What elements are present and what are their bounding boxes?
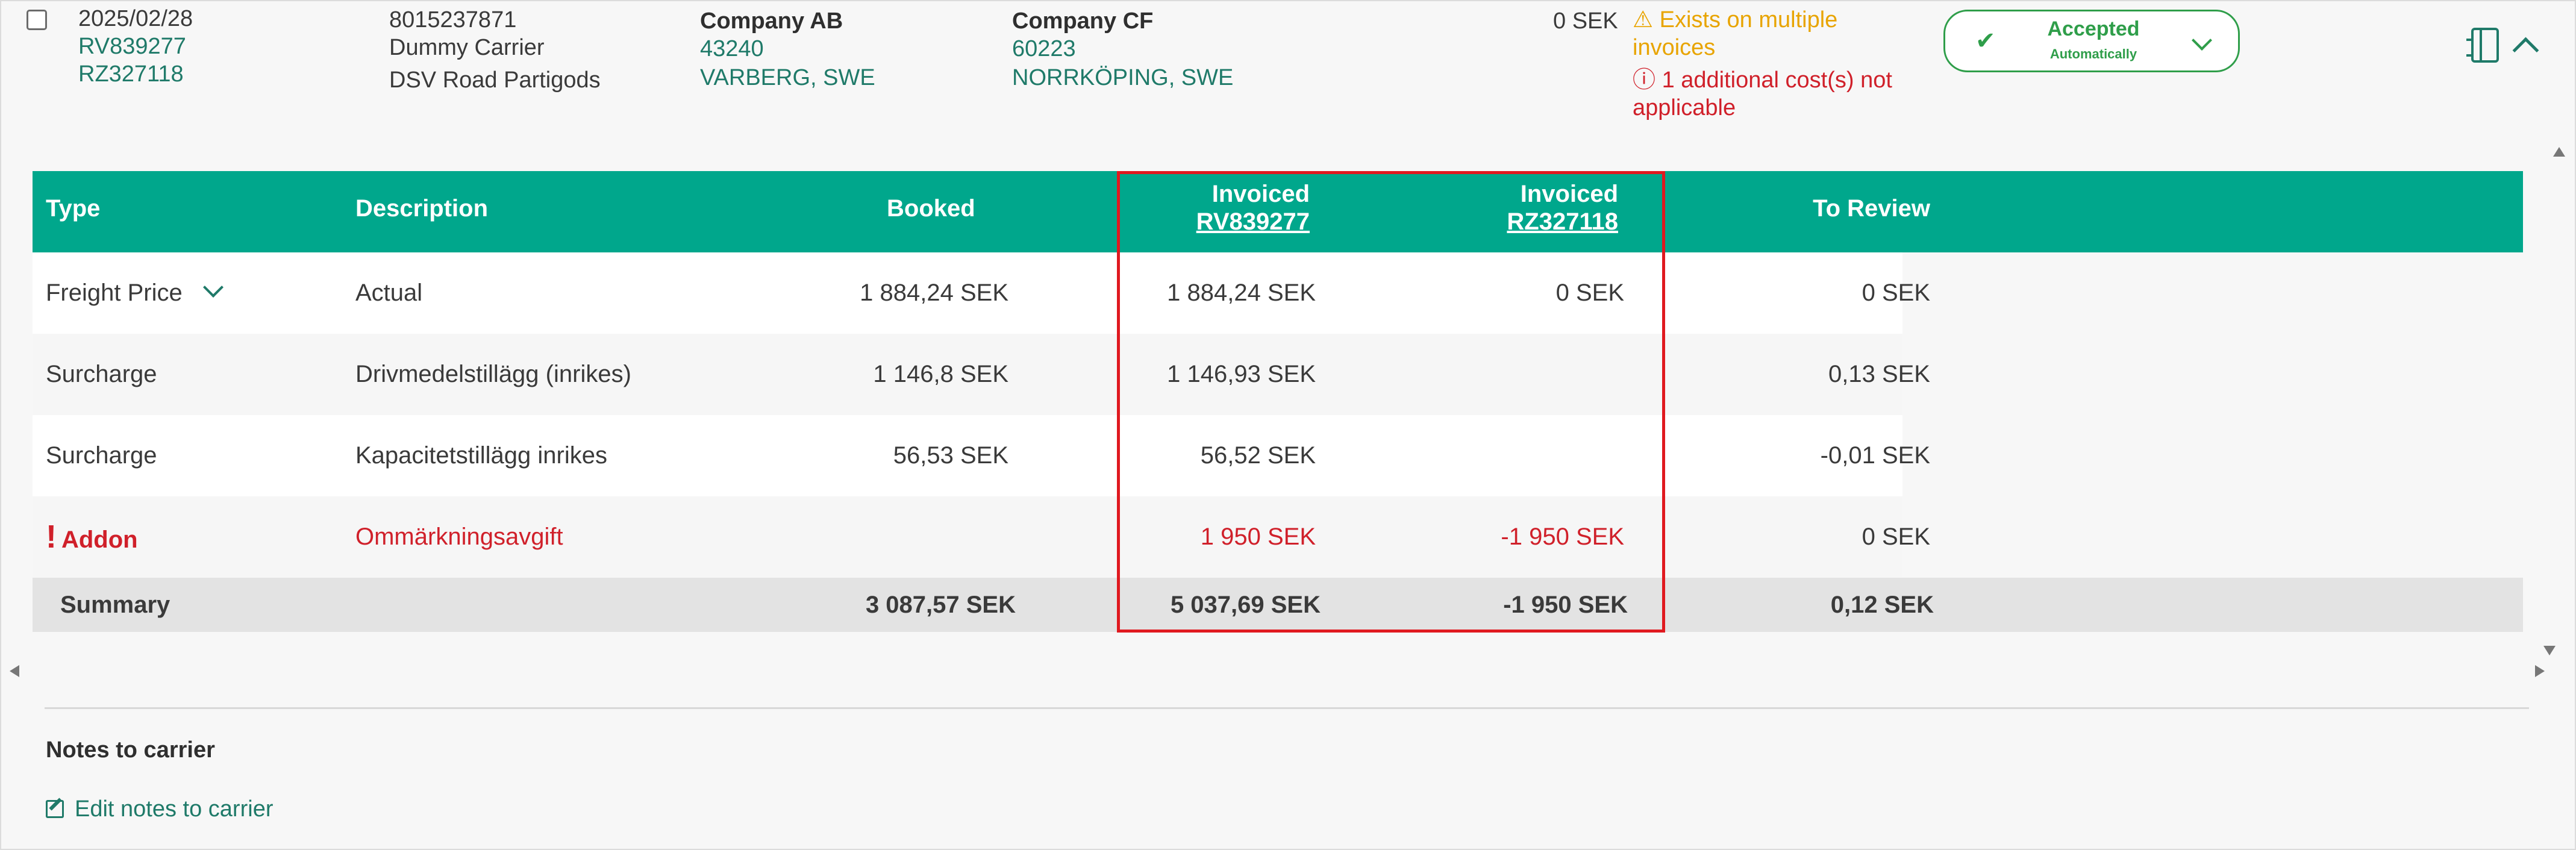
table-row: ! Addon Ommärkningsavgift 1 950 SEK -1 95…: [33, 496, 1930, 581]
sender-zip: 43240: [700, 36, 764, 61]
warning-text-2: invoices: [1633, 35, 1716, 60]
header-description: Description: [355, 195, 489, 222]
row-type-cell: ! Addon: [46, 496, 138, 581]
chevron-up-icon[interactable]: [2512, 37, 2539, 64]
invoice-link-2[interactable]: RZ327118: [78, 60, 184, 88]
error-text-1: 1 additional cost(s) not: [1662, 67, 1892, 93]
row-checkbox[interactable]: [27, 10, 47, 30]
receiver-zip: 60223: [1012, 36, 1076, 61]
scroll-right-arrow[interactable]: [2535, 665, 2545, 677]
row-description: Drivmedelstillägg (inrikes): [355, 361, 631, 387]
status-sublabel: Automatically: [2049, 46, 2137, 61]
receiver-name: Company CF: [1012, 8, 1154, 34]
carrier-name: Dummy Carrier: [389, 35, 545, 60]
scroll-down-arrow[interactable]: [2543, 646, 2556, 655]
invoice-row-panel: 2025/02/28 RV839277 RZ327118 8015237871 …: [0, 0, 2576, 850]
row-to-review: 0,13 SEK: [1828, 361, 1930, 387]
header-to-review: To Review: [1813, 195, 1930, 222]
row-description: Actual: [355, 280, 423, 306]
header-invoiced-2: Invoiced: [1520, 181, 1618, 207]
row-type-cell[interactable]: Freight Price: [46, 252, 224, 334]
receiver-city: NORRKÖPING, SWE: [1012, 65, 1234, 90]
sender-name: Company AB: [700, 8, 843, 34]
row-type: Surcharge: [46, 361, 157, 387]
row-to-review: 0 SEK: [1862, 280, 1930, 306]
exclamation-icon: !: [46, 519, 57, 555]
header-invoiced-1: Invoiced: [1211, 181, 1310, 207]
warning-icon: ⚠: [1633, 7, 1654, 33]
row-to-review: 0 SEK: [1862, 523, 1930, 550]
scroll-up-arrow[interactable]: [2553, 147, 2565, 157]
row-invoiced-1: 1 884,24 SEK: [1167, 280, 1316, 306]
sender-city: VARBERG, SWE: [700, 65, 875, 90]
edit-notes-link[interactable]: Edit notes to carrier: [75, 795, 273, 823]
table-row: Freight Price Actual 1 884,24 SEK 1 884,…: [33, 252, 1930, 334]
summary-label: Summary: [60, 592, 170, 618]
header-invoice-link-2[interactable]: RZ327118: [1498, 208, 1618, 236]
table-header: Type Description Booked Invoiced RV83927…: [33, 171, 2523, 252]
notes-title: Notes to carrier: [46, 737, 215, 763]
invoice-link-1[interactable]: RV839277: [78, 33, 186, 60]
row-type: Freight Price: [46, 280, 183, 306]
header-type: Type: [46, 195, 101, 222]
shipment-date: 2025/02/28: [78, 6, 193, 31]
row-type: Addon: [61, 527, 138, 553]
row-description: Ommärkningsavgift: [355, 523, 563, 550]
header-invoice-link-1[interactable]: RV839277: [1189, 208, 1310, 236]
warning-text-1: Exists on multiple: [1659, 7, 1838, 33]
edit-icon[interactable]: [46, 800, 64, 818]
row-description: Kapacitetstillägg inrikes: [355, 442, 607, 469]
error-message: ⓘ 1 additional cost(s) not: [1633, 66, 1892, 94]
error-text-2: applicable: [1633, 95, 1736, 120]
table-row: Surcharge Kapacitetstillägg inrikes 56,5…: [33, 415, 1930, 496]
row-type: Surcharge: [46, 442, 157, 469]
scroll-left-arrow[interactable]: [10, 665, 19, 677]
status-dropdown[interactable]: ✔ Accepted Automatically: [1943, 10, 2240, 72]
service-name: DSV Road Partigods: [389, 67, 601, 93]
carrier-number: 8015237871: [389, 7, 517, 33]
header-booked: Booked: [887, 195, 975, 222]
section-divider: [45, 707, 2529, 709]
row-invoiced-1: 56,52 SEK: [1200, 442, 1316, 469]
header-invoice-ref-1[interactable]: RV839277: [1196, 208, 1310, 235]
warning-message: ⚠ Exists on multiple: [1633, 6, 1837, 34]
summary-to-review: 0,12 SEK: [1830, 592, 1934, 618]
row-to-review: -0,01 SEK: [1820, 442, 1930, 469]
chevron-down-icon[interactable]: [202, 277, 224, 298]
notebook-icon[interactable]: [2466, 28, 2499, 63]
summary-row: Summary 3 087,57 SEK 5 037,69 SEK -1 950…: [33, 578, 2523, 632]
row-invoiced-1: 1 146,93 SEK: [1167, 361, 1316, 387]
shipment-amount: 0 SEK: [1553, 8, 1618, 34]
table-row: Surcharge Drivmedelstillägg (inrikes) 1 …: [33, 334, 1930, 415]
error-circle-icon: ⓘ: [1633, 67, 1656, 93]
row-invoiced-1: 1 950 SEK: [1200, 523, 1316, 550]
header-invoice-ref-2[interactable]: RZ327118: [1507, 208, 1618, 235]
